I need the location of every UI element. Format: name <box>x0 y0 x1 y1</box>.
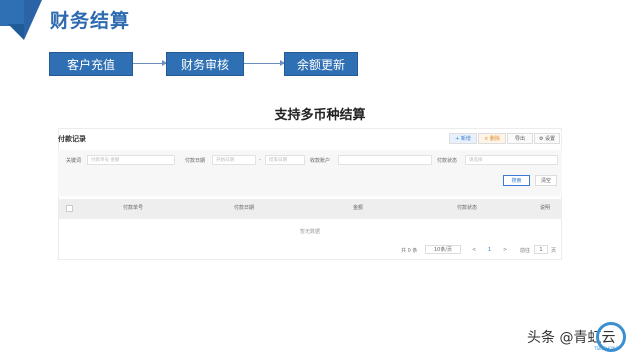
delete-button[interactable]: × 删除 <box>478 133 506 144</box>
goto-suffix: 页 <box>551 248 557 254</box>
search-button[interactable]: 搜索 <box>503 175 530 186</box>
keyword-label: 关键词 <box>66 158 82 164</box>
header-decor-triangle <box>24 0 42 40</box>
column-amount[interactable]: 金额 <box>353 204 363 211</box>
flow-step-recharge: 客户充值 <box>49 52 133 76</box>
date-end-input[interactable]: 结束日期 <box>265 155 305 165</box>
slide: 财务结算 客户充值 财务审核 余额更新 支持多币种结算 付款记录 + 新增 × … <box>0 0 640 358</box>
column-remark: 说明 <box>540 205 551 211</box>
add-button[interactable]: + 新增 <box>449 133 477 144</box>
brand-logo-caption: TSINGHONG <box>594 346 619 351</box>
status-select[interactable]: 请选择 <box>465 155 558 165</box>
column-payment-date[interactable]: 付款日期 <box>234 204 254 211</box>
select-all-checkbox[interactable] <box>66 205 73 212</box>
panel-title: 付款记录 <box>58 135 86 143</box>
page-size-select[interactable]: 10条/页 <box>425 245 461 254</box>
flow-step-balance: 余额更新 <box>284 52 358 76</box>
export-button[interactable]: 导出 <box>507 133 533 144</box>
goto-label: 前往 <box>520 248 531 254</box>
prev-page-button[interactable]: < <box>472 247 476 253</box>
date-start-input[interactable]: 开始日期 <box>212 155 256 165</box>
header-decor-bar <box>0 0 24 26</box>
date-label: 付款日期 <box>185 158 206 164</box>
empty-state: 暂无数据 <box>299 229 320 235</box>
goto-input[interactable]: 1 <box>534 245 548 254</box>
flow-arrow-2 <box>244 60 285 66</box>
column-status[interactable]: 付款状态 <box>457 204 477 211</box>
status-label: 付款状态 <box>437 158 458 164</box>
next-page-button[interactable]: > <box>503 247 507 253</box>
keyword-input[interactable]: 付款单号 金额 <box>87 155 175 165</box>
pagination-total: 共 0 条 <box>401 248 418 254</box>
settings-button[interactable]: ⚙ 设置 <box>534 133 560 144</box>
header-decor-triangle-small <box>8 24 24 40</box>
page-number[interactable]: 1 <box>488 247 491 253</box>
section-subtitle: 支持多币种结算 <box>274 108 366 123</box>
account-input[interactable] <box>338 155 432 165</box>
flow-arrow-1 <box>133 60 167 66</box>
date-separator: - <box>259 157 261 163</box>
reset-button[interactable]: 清空 <box>535 175 557 186</box>
page-title: 财务结算 <box>50 10 131 32</box>
column-payment-no[interactable]: 付款单号 <box>123 204 143 211</box>
flow-step-audit: 财务审核 <box>166 52 244 76</box>
account-label: 收款账户 <box>310 158 331 164</box>
